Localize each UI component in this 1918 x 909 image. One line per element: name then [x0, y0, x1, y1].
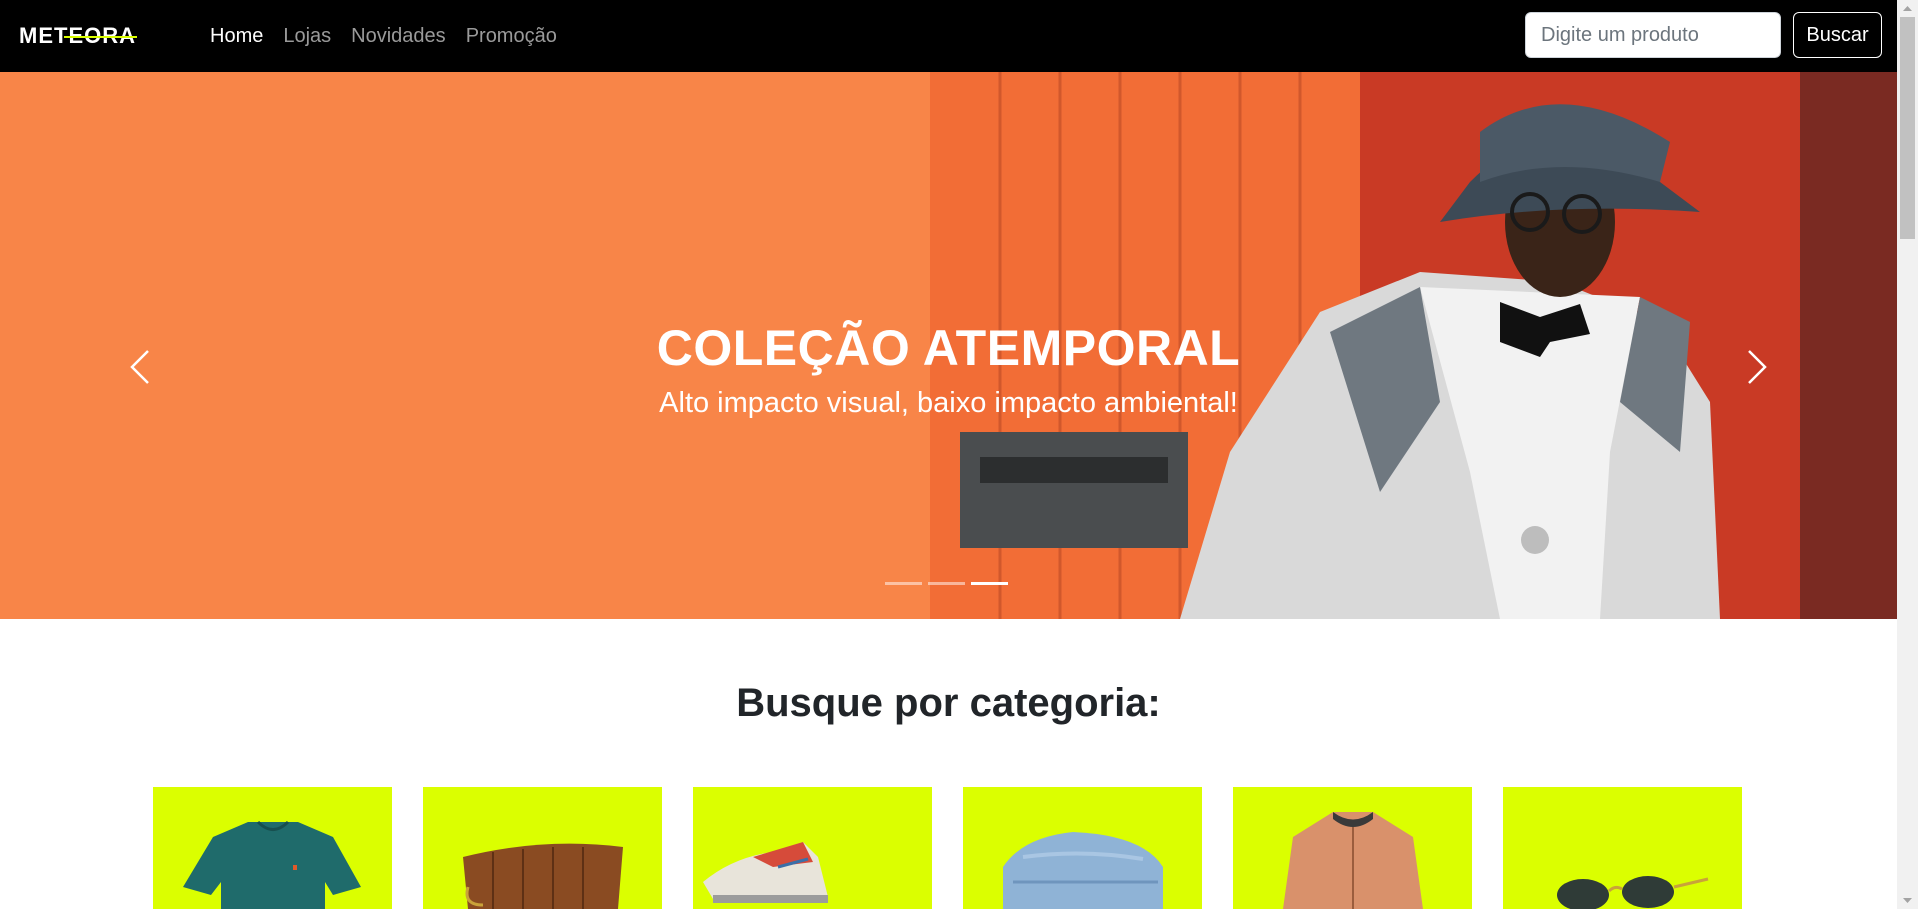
nav-link-home[interactable]: Home [210, 25, 263, 48]
navbar: METEORA Home Lojas Novidades Promoção Bu… [0, 0, 1897, 72]
hero-title: COLEÇÃO ATEMPORAL [656, 320, 1241, 376]
hero-caption: COLEÇÃO ATEMPORAL Alto impacto visual, b… [0, 317, 1897, 421]
carousel-next-button[interactable] [1727, 317, 1787, 417]
sneaker-icon [703, 842, 828, 903]
scroll-up-icon[interactable] [1900, 1, 1915, 16]
jacket-icon [1283, 812, 1423, 909]
nav-link-novidades[interactable]: Novidades [351, 25, 446, 48]
chevron-right-icon [1748, 350, 1767, 384]
sunglasses-icon [1557, 876, 1709, 909]
carousel-indicator-1[interactable] [885, 582, 922, 585]
carousel-prev-button[interactable] [110, 317, 170, 417]
category-card-sneakers[interactable] [693, 787, 932, 909]
chevron-left-icon [130, 350, 149, 384]
carousel-indicators [885, 582, 1014, 585]
jeans-icon [1003, 832, 1163, 909]
categories-title: Busque por categoria: [736, 681, 1161, 725]
carousel-indicator-2[interactable] [928, 582, 965, 585]
nav-link-lojas[interactable]: Lojas [283, 25, 331, 48]
scrollbar-thumb[interactable] [1900, 17, 1915, 239]
search-input[interactable] [1525, 12, 1781, 58]
hero-subtitle: Alto impacto visual, baixo impacto ambie… [659, 387, 1238, 419]
hero-carousel: COLEÇÃO ATEMPORAL Alto impacto visual, b… [0, 72, 1897, 619]
meteora-logo[interactable]: METEORA [19, 22, 175, 48]
category-card-jacket[interactable] [1233, 787, 1472, 909]
bag-icon [463, 843, 623, 909]
category-card-jeans[interactable] [963, 787, 1202, 909]
category-card-bag[interactable] [423, 787, 662, 909]
category-card-tshirt[interactable] [153, 787, 392, 909]
tshirt-icon [183, 820, 361, 909]
search-button[interactable]: Buscar [1793, 12, 1882, 58]
nav-link-promocao[interactable]: Promoção [466, 25, 557, 48]
svg-text:METEORA: METEORA [19, 23, 136, 48]
nav-links: Home Lojas Novidades Promoção [210, 0, 577, 72]
category-card-sunglasses[interactable] [1503, 787, 1742, 909]
scroll-down-icon[interactable] [1900, 893, 1915, 908]
carousel-indicator-3[interactable] [971, 582, 1008, 585]
